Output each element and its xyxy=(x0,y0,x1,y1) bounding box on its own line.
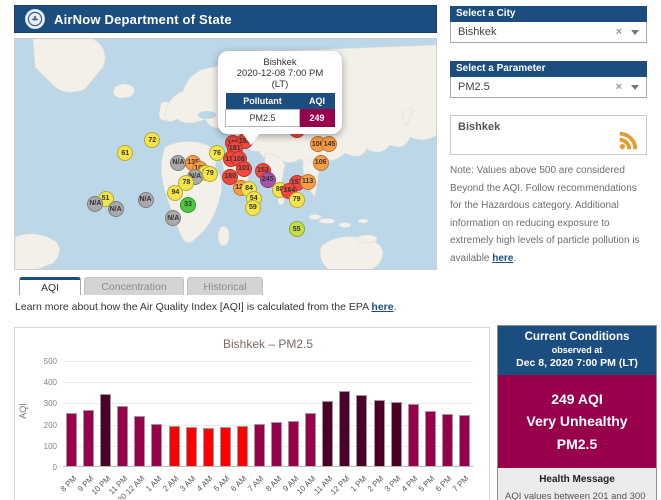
health-message-title: Health Message xyxy=(505,474,649,485)
chevron-down-icon[interactable] xyxy=(631,85,639,90)
health-message-text: AQI values between 201 and 300 trigger a… xyxy=(505,489,649,500)
aqi-marker[interactable]: 33 xyxy=(180,197,196,213)
learn-more-body: Learn more about how the Air Quality Ind… xyxy=(15,301,371,313)
clear-parameter-icon[interactable]: × xyxy=(616,81,622,93)
health-message-block: Health Message AQI values between 201 an… xyxy=(498,468,656,500)
tab-concentration[interactable]: Concentration xyxy=(84,277,184,295)
aqi-marker[interactable]: 145 xyxy=(321,136,337,152)
popup-col-aqi: AQI xyxy=(300,93,335,110)
learn-more-here-link[interactable]: here xyxy=(371,301,393,313)
popup-pollutant-value: PM2.5 xyxy=(226,110,300,127)
current-conditions-header: Current Conditions observed at Dec 8, 20… xyxy=(498,326,656,375)
popup-col-pollutant: Pollutant xyxy=(226,93,300,110)
aqi-marker[interactable]: N/A xyxy=(170,155,186,171)
rss-city-label: Bishkek xyxy=(458,121,500,133)
aqi-marker[interactable]: N/A xyxy=(108,201,124,217)
aqi-marker[interactable]: N/A xyxy=(87,196,103,212)
aqi-marker[interactable]: 72 xyxy=(144,132,160,148)
current-aqi-block: 249 AQI Very Unhealthy PM2.5 xyxy=(498,375,656,468)
current-conditions-panel: Current Conditions observed at Dec 8, 20… xyxy=(497,325,657,500)
learn-more-period: . xyxy=(394,301,397,313)
observed-at-label: observed at xyxy=(502,345,652,355)
aqi-marker[interactable]: N/A xyxy=(138,192,154,208)
learn-more-text: Learn more about how the Air Quality Ind… xyxy=(15,301,397,313)
y-axis-tick: 100 xyxy=(23,442,57,451)
popup-aqi-value: 249 xyxy=(300,110,335,127)
chevron-down-icon[interactable] xyxy=(631,30,639,35)
page-title: AirNow Department of State xyxy=(54,12,232,27)
chart-baseline xyxy=(63,361,473,467)
city-select-value: Bishkek xyxy=(458,26,616,38)
popup-timezone: (LT) xyxy=(225,79,335,90)
y-axis-tick: 0 xyxy=(23,463,57,472)
parameter-select[interactable]: PM2.5 × xyxy=(450,77,647,98)
select-city-header: Select a City xyxy=(450,6,647,22)
rss-icon[interactable] xyxy=(618,130,639,151)
select-parameter-header: Select a Parameter xyxy=(450,61,647,77)
current-conditions-title: Current Conditions xyxy=(502,331,652,343)
popup-table: Pollutant AQI PM2.5 249 xyxy=(225,93,335,127)
aqi-marker[interactable]: 106 xyxy=(313,155,329,171)
airnow-page: AirNow Department of State xyxy=(0,0,661,500)
aqi-marker[interactable]: 94 xyxy=(167,185,183,201)
aqi-marker[interactable]: 79 xyxy=(289,192,305,208)
aqi-marker[interactable]: 113 xyxy=(300,174,316,190)
current-aqi-pollutant: PM2.5 xyxy=(502,433,652,455)
clear-city-icon[interactable]: × xyxy=(616,26,622,38)
popup-city: Bishkek xyxy=(225,57,335,68)
y-axis-tick: 400 xyxy=(23,378,57,387)
aqi-bar-chart: Bishkek – PM2.5 AQI 01002003004005008 PM… xyxy=(14,327,490,500)
observed-time: Dec 8, 2020 7:00 PM (LT) xyxy=(502,357,652,369)
aqi-marker[interactable]: 55 xyxy=(289,221,305,237)
y-axis-tick: 500 xyxy=(23,357,57,366)
chart-title: Bishkek – PM2.5 xyxy=(223,337,313,351)
current-aqi-value: 249 AQI xyxy=(502,388,652,410)
rss-feed-box: Bishkek xyxy=(450,115,647,155)
y-axis-tick: 300 xyxy=(23,399,57,408)
aqi-marker[interactable]: 101 xyxy=(236,161,252,177)
app-header: AirNow Department of State xyxy=(14,5,437,33)
city-select[interactable]: Bishkek × xyxy=(450,22,647,43)
view-tabs: AQI Concentration Historical xyxy=(19,277,263,295)
aqi-marker[interactable]: 61 xyxy=(117,145,133,161)
aqi-marker[interactable]: N/A xyxy=(165,210,181,226)
parameter-select-value: PM2.5 xyxy=(458,81,616,93)
aqi-note: Note: Values above 500 are considered Be… xyxy=(450,162,650,267)
popup-datetime: 2020-12-08 7:00 PM xyxy=(225,68,335,79)
note-text: Note: Values above 500 are considered Be… xyxy=(450,165,640,264)
department-of-state-seal-icon xyxy=(25,9,45,29)
y-axis-tick: 200 xyxy=(23,421,57,430)
aqi-marker[interactable]: 59 xyxy=(245,200,261,216)
tab-aqi[interactable]: AQI xyxy=(19,277,81,295)
current-aqi-category: Very Unhealthy xyxy=(502,410,652,432)
world-map[interactable]: 617276N/A13510780N/A79789451N/AN/AN/A33N… xyxy=(14,38,437,270)
map-popup: Bishkek 2020-12-08 7:00 PM (LT) Pollutan… xyxy=(218,51,342,134)
note-period: . xyxy=(513,253,516,264)
popup-tail xyxy=(242,133,260,145)
note-here-link[interactable]: here xyxy=(492,253,513,264)
tab-historical[interactable]: Historical xyxy=(187,277,263,295)
aqi-marker[interactable]: 79 xyxy=(202,166,218,182)
